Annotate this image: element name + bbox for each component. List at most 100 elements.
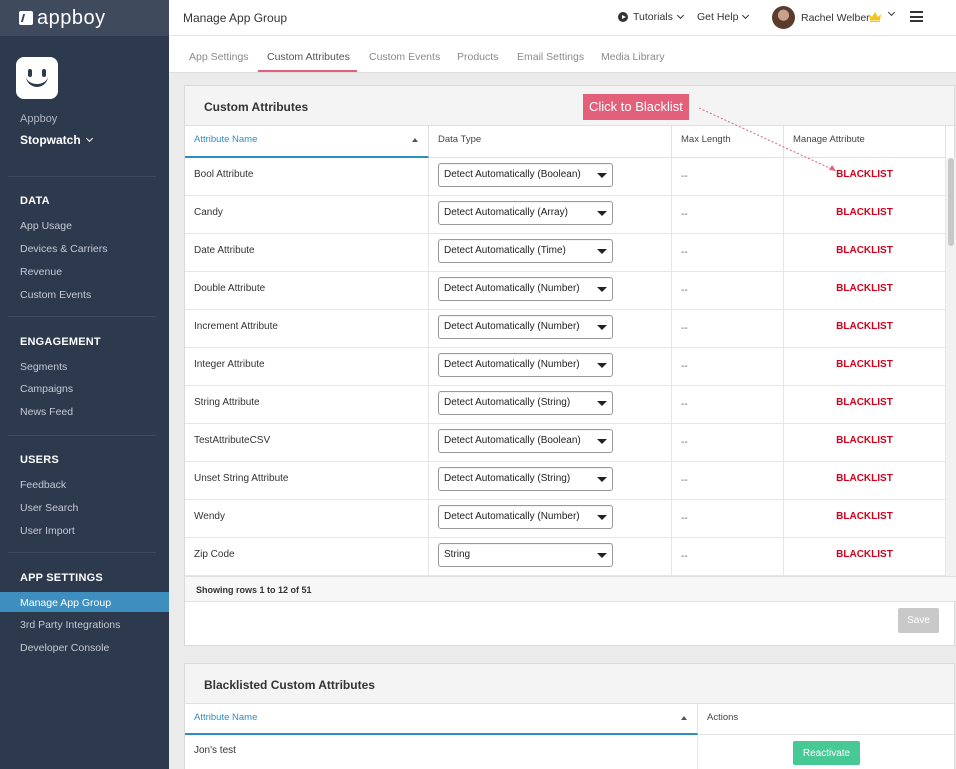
dropdown-arrow-icon — [597, 173, 607, 178]
manage-attribute-cell: BLACKLIST — [784, 500, 946, 538]
table-row: Date Attribute Detect Automatically (Time… — [185, 234, 946, 272]
data-type-cell: String — [429, 538, 672, 576]
user-name[interactable]: Rachel Welber — [801, 12, 870, 24]
blacklist-link[interactable]: BLACKLIST — [836, 435, 893, 446]
appboy-logo[interactable]: appboy — [19, 7, 106, 30]
tab-products[interactable]: Products — [457, 51, 498, 63]
sidebar-item-user-import[interactable]: User Import — [20, 525, 75, 537]
data-type-select[interactable]: Detect Automatically (String) — [438, 391, 613, 415]
data-type-cell: Detect Automatically (Number) — [429, 500, 672, 538]
blacklist-link[interactable]: BLACKLIST — [836, 549, 893, 560]
sidebar-item-revenue[interactable]: Revenue — [20, 266, 62, 278]
data-type-select[interactable]: Detect Automatically (Number) — [438, 505, 613, 529]
blacklist-link[interactable]: BLACKLIST — [836, 245, 893, 256]
dropdown-arrow-icon — [597, 401, 607, 406]
data-type-value: Detect Automatically (Number) — [444, 511, 580, 522]
tab-email-settings[interactable]: Email Settings — [517, 51, 584, 63]
app-selector[interactable]: Stopwatch — [20, 133, 93, 147]
data-type-select[interactable]: Detect Automatically (Time) — [438, 239, 613, 263]
attribute-name: Wendy — [185, 500, 429, 538]
tab-custom-events[interactable]: Custom Events — [369, 51, 440, 63]
data-type-select[interactable]: String — [438, 543, 613, 567]
data-type-value: Detect Automatically (Number) — [444, 321, 580, 332]
attribute-name: Double Attribute — [185, 272, 429, 310]
row-count: Showing rows 1 to 12 of 51 — [196, 585, 312, 595]
sidebar-item-campaigns[interactable]: Campaigns — [20, 383, 73, 395]
save-button[interactable]: Save — [898, 608, 939, 633]
manage-attribute-cell: BLACKLIST — [784, 386, 946, 424]
avatar[interactable] — [772, 6, 795, 29]
tutorials-menu[interactable]: Tutorials — [618, 11, 684, 23]
crown-icon — [869, 12, 881, 22]
tab-custom-attributes[interactable]: Custom Attributes — [267, 51, 350, 63]
sidebar-item-manage-app-group[interactable]: Manage App Group — [20, 597, 111, 609]
manage-attribute-cell: BLACKLIST — [784, 538, 946, 576]
data-type-select[interactable]: Detect Automatically (Boolean) — [438, 163, 613, 187]
blacklist-link[interactable]: BLACKLIST — [836, 169, 893, 180]
data-type-cell: Detect Automatically (Boolean) — [429, 158, 672, 196]
data-type-select[interactable]: Detect Automatically (Array) — [438, 201, 613, 225]
tab-app-settings[interactable]: App Settings — [189, 51, 249, 63]
tab-media-library[interactable]: Media Library — [601, 51, 665, 63]
sidebar-item-developer-console[interactable]: Developer Console — [20, 642, 109, 654]
sidebar-item-news-feed[interactable]: News Feed — [20, 406, 73, 418]
blacklist-link[interactable]: BLACKLIST — [836, 397, 893, 408]
table-header: Attribute Name Actions — [185, 704, 956, 735]
sidebar-item-devices-carriers[interactable]: Devices & Carriers — [20, 243, 108, 255]
data-type-select[interactable]: Detect Automatically (Boolean) — [438, 429, 613, 453]
table-row: Bool Attribute Detect Automatically (Bool… — [185, 158, 946, 196]
blacklist-link[interactable]: BLACKLIST — [836, 511, 893, 522]
appboy-logo-icon — [19, 11, 33, 25]
dropdown-arrow-icon — [597, 363, 607, 368]
chevron-down-icon[interactable] — [887, 8, 896, 17]
data-type-select[interactable]: Detect Automatically (String) — [438, 467, 613, 491]
blacklist-link[interactable]: BLACKLIST — [836, 321, 893, 332]
attribute-name: TestAttributeCSV — [185, 424, 429, 462]
table-scrollbar[interactable] — [946, 158, 956, 576]
get-help-menu[interactable]: Get Help — [697, 11, 750, 23]
table-row: Double Attribute Detect Automatically (Nu… — [185, 272, 946, 310]
attribute-name: Unset String Attribute — [185, 462, 429, 500]
data-type-value: Detect Automatically (Boolean) — [444, 169, 581, 180]
reactivate-button[interactable]: Reactivate — [793, 741, 860, 765]
play-icon — [618, 12, 628, 22]
max-length: -- — [672, 386, 784, 424]
hamburger-menu-icon[interactable] — [910, 11, 923, 22]
sidebar-item-segments[interactable]: Segments — [20, 361, 67, 373]
column-header-attribute-name[interactable]: Attribute Name — [185, 704, 698, 735]
blacklist-link[interactable]: BLACKLIST — [836, 283, 893, 294]
blacklist-link[interactable]: BLACKLIST — [836, 359, 893, 370]
data-type-cell: Detect Automatically (String) — [429, 386, 672, 424]
table-header: Attribute Name Data Type Max Length Mana… — [185, 126, 946, 158]
sidebar-item-feedback[interactable]: Feedback — [20, 479, 66, 491]
data-type-select[interactable]: Detect Automatically (Number) — [438, 353, 613, 377]
blacklist-link[interactable]: BLACKLIST — [836, 473, 893, 484]
sidebar-item-custom-events[interactable]: Custom Events — [20, 289, 91, 301]
custom-attributes-panel: Custom Attributes Attribute Name Data Ty… — [184, 85, 956, 646]
scrollbar-thumb[interactable] — [948, 158, 954, 246]
data-type-value: Detect Automatically (Number) — [444, 283, 580, 294]
data-type-value: Detect Automatically (Time) — [444, 245, 566, 256]
attribute-name: Increment Attribute — [185, 310, 429, 348]
column-header-data-type: Data Type — [429, 126, 672, 158]
sidebar-item-3rd-party-integrations[interactable]: 3rd Party Integrations — [20, 619, 120, 631]
max-length: -- — [672, 538, 784, 576]
data-type-cell: Detect Automatically (Time) — [429, 234, 672, 272]
dropdown-arrow-icon — [597, 287, 607, 292]
sidebar-item-app-usage[interactable]: App Usage — [20, 220, 72, 232]
data-type-value: Detect Automatically (Boolean) — [444, 435, 581, 446]
sidebar: appboy Appboy Stopwatch DATA App Usage D… — [0, 0, 169, 769]
logo-bar: appboy — [0, 0, 169, 36]
blacklist-link[interactable]: BLACKLIST — [836, 207, 893, 218]
manage-attribute-cell: BLACKLIST — [784, 196, 946, 234]
column-label: Attribute Name — [194, 134, 258, 145]
divider — [8, 552, 156, 553]
data-type-select[interactable]: Detect Automatically (Number) — [438, 277, 613, 301]
data-type-cell: Detect Automatically (Number) — [429, 348, 672, 386]
data-type-value: Detect Automatically (Number) — [444, 359, 580, 370]
column-header-attribute-name[interactable]: Attribute Name — [185, 126, 429, 158]
sidebar-item-user-search[interactable]: User Search — [20, 502, 78, 514]
app-icon-mouth — [26, 75, 48, 87]
chevron-down-icon — [742, 11, 750, 20]
data-type-select[interactable]: Detect Automatically (Number) — [438, 315, 613, 339]
